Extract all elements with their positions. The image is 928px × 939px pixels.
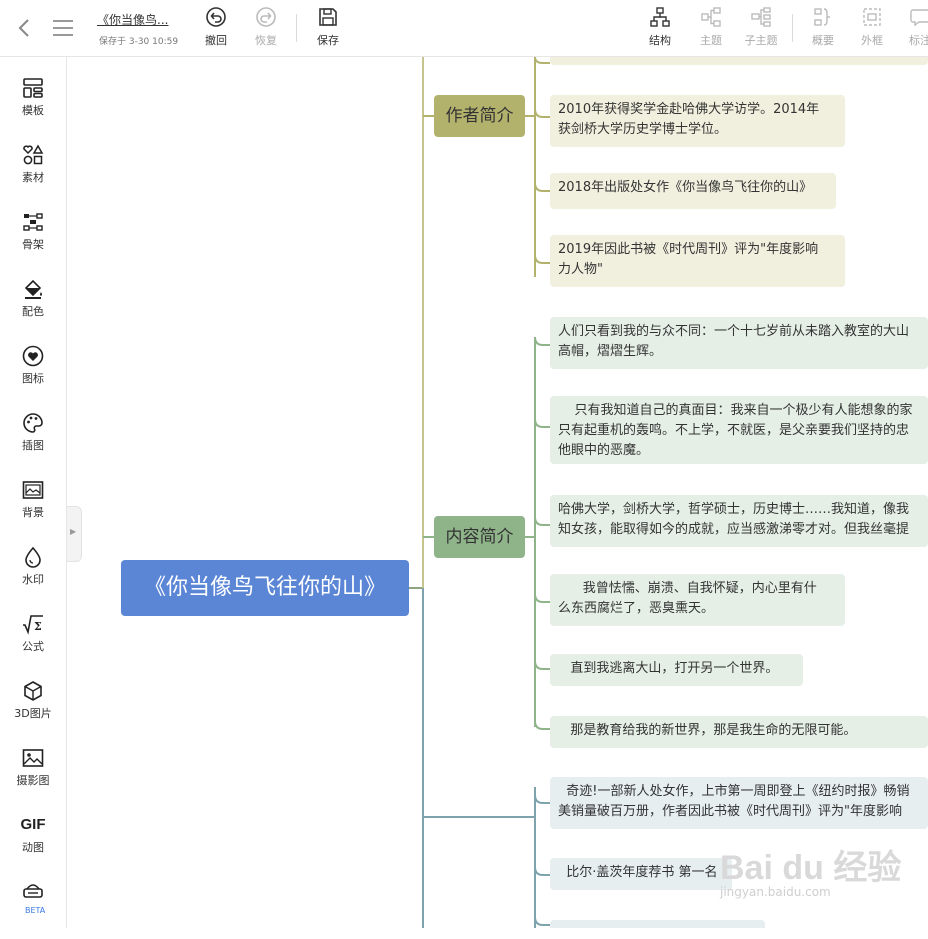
summary-button[interactable]: 概要 (803, 6, 843, 52)
sidebar-item-skeleton[interactable]: 骨架 (0, 211, 66, 271)
formula-icon: Σ (23, 615, 43, 635)
toolbar-divider (296, 14, 297, 42)
sidebar-item-label: 背景 (22, 506, 44, 519)
main-topic-content[interactable]: 内容简介 (434, 516, 525, 558)
subtopic-author-3[interactable]: 2019年因此书被《时代周刊》评为"年度影响 力人物" (550, 235, 845, 287)
sidebar-item-gif[interactable]: GIF 动图 (0, 814, 66, 874)
sidebar-item-photo[interactable]: 摄影图 (0, 747, 66, 807)
sidebar-item-label: 动图 (22, 841, 44, 854)
sidebar-item-materials[interactable]: 素材 (0, 144, 66, 204)
subtopic-label: 子主题 (744, 34, 778, 47)
subtopic-content-1[interactable]: 人们只看到我的与众不同：一个十七岁前从未踏入教室的大山 高帽，熠熠生辉。 (550, 317, 928, 369)
site-watermark: Bai du 经验 jingyan.baidu.com (720, 840, 901, 899)
palette-icon (23, 413, 43, 433)
boundary-button[interactable]: 外框 (852, 6, 892, 52)
summary-icon (814, 8, 830, 26)
ai-icon (23, 884, 43, 898)
sidebar-item-illustrations[interactable]: 插图 (0, 412, 66, 472)
mindmap-canvas[interactable]: 《你当像鸟飞往你的山》 作者简介 内容简介 2010年获得奖学金赴哈佛大学访学。… (67, 57, 928, 928)
sidebar-item-label: 模板 (22, 104, 44, 117)
sidebar-item-label: 3D图片 (14, 707, 52, 720)
toolbar-divider (792, 14, 793, 42)
subtopic-button[interactable]: 子主题 (741, 6, 781, 52)
subtopic-review-2[interactable]: 比尔·盖茨年度荐书 第一名 (550, 858, 732, 890)
sidebar-item-label: 配色 (22, 305, 44, 318)
sidebar-item-label: 骨架 (22, 238, 44, 251)
sidebar-item-icons[interactable]: 图标 (0, 345, 66, 405)
subtopic-review-3[interactable] (550, 920, 765, 928)
structure-label: 结构 (649, 34, 671, 47)
shapes-icon (23, 144, 44, 165)
sidebar-item-label: 图标 (22, 372, 44, 385)
skeleton-icon (23, 213, 43, 231)
sidebar-item-label: 水印 (22, 573, 44, 586)
save-button[interactable]: 保存 (308, 6, 348, 52)
sidebar-item-label: 素材 (22, 171, 44, 184)
callout-icon (910, 9, 928, 27)
subtopic-review-1[interactable]: 奇迹!一部新人处女作，上市第一周即登上《纽约时报》畅销 美销量破百万册，作者因此… (550, 777, 928, 829)
paint-bucket-icon (24, 279, 42, 299)
beta-badge: BETA (25, 906, 46, 915)
document-title[interactable]: 《你当像鸟... (97, 11, 168, 28)
sidebar-item-template[interactable]: 模板 (0, 77, 66, 137)
template-icon (23, 78, 43, 98)
callout-button[interactable]: 标注 (900, 6, 928, 52)
redo-icon (256, 7, 276, 27)
subtopic-content-2[interactable]: 只有我知道自己的真面目：我来自一个极少有人能想象的家 只有起重机的轰鸣。不上学，… (550, 396, 928, 464)
subtopic-cut-off[interactable] (550, 57, 928, 65)
structure-button[interactable]: 结构 (640, 6, 680, 52)
sidebar-item-formula[interactable]: Σ 公式 (0, 613, 66, 673)
undo-icon (206, 7, 226, 27)
heart-icon (22, 345, 44, 367)
undo-button[interactable]: 撤回 (196, 6, 236, 52)
back-arrow-icon[interactable] (14, 16, 34, 40)
subtopic-content-3[interactable]: 哈佛大学，剑桥大学，哲学硕士，历史博士……我知道，像我 知女孩，能取得如今的成就… (550, 495, 928, 547)
subtopic-icon (751, 7, 771, 27)
sidebar-item-color-scheme[interactable]: 配色 (0, 278, 66, 338)
subtopic-author-1[interactable]: 2010年获得奖学金赴哈佛大学访学。2014年 获剑桥大学历史学博士学位。 (550, 95, 845, 147)
watermark-brand: Bai du 经验 (720, 849, 902, 887)
sidebar-item-watermark[interactable]: 水印 (0, 546, 66, 606)
topic-label: 主题 (700, 34, 722, 47)
sidebar-item-3d-image[interactable]: 3D图片 (0, 680, 66, 740)
sidebar-item-background[interactable]: 背景 (0, 479, 66, 539)
save-icon (319, 8, 337, 26)
central-topic[interactable]: 《你当像鸟飞往你的山》 (121, 560, 409, 616)
top-toolbar: 《你当像鸟... 保存于 3-30 10:59 撤回 恢复 保存 结构 主题 子… (0, 0, 928, 57)
drop-icon (25, 546, 41, 568)
sidebar-item-label: 摄影图 (16, 774, 50, 787)
summary-label: 概要 (812, 34, 834, 47)
callout-label: 标注 (909, 34, 928, 47)
sidebar-item-label: 插图 (22, 439, 44, 452)
background-icon (22, 481, 44, 499)
topic-icon (701, 7, 721, 27)
redo-button[interactable]: 恢复 (246, 6, 286, 52)
left-sidebar: 模板 素材 骨架 配色 图标 插图 背景 水印 Σ 公式 3D图片 摄影图 GI… (0, 57, 67, 928)
boundary-label: 外框 (861, 34, 883, 47)
main-topic-author[interactable]: 作者简介 (434, 95, 525, 137)
menu-icon[interactable] (52, 18, 74, 38)
photo-icon (22, 749, 44, 767)
svg-text:Σ: Σ (34, 620, 42, 633)
structure-icon (650, 7, 670, 27)
cube-icon (24, 681, 42, 701)
subtopic-content-6[interactable]: 那是教育给我的新世界，那是我生命的无限可能。 (550, 716, 928, 748)
subtopic-content-5[interactable]: 直到我逃离大山，打开另一个世界。 (550, 654, 803, 686)
redo-label: 恢复 (255, 34, 277, 47)
undo-label: 撤回 (205, 34, 227, 47)
gif-icon: GIF (20, 816, 46, 833)
subtopic-content-4[interactable]: 我曾怯懦、崩溃、自我怀疑，内心里有什 么东西腐烂了，恶臭熏天。 (550, 574, 845, 626)
sidebar-item-label: 公式 (22, 640, 44, 653)
saved-status: 保存于 3-30 10:59 (99, 37, 179, 47)
topic-button[interactable]: 主题 (691, 6, 731, 52)
subtopic-author-2[interactable]: 2018年出版处女作《你当像鸟飞往你的山》 (550, 173, 836, 209)
boundary-icon (863, 8, 881, 26)
save-label: 保存 (317, 34, 339, 47)
